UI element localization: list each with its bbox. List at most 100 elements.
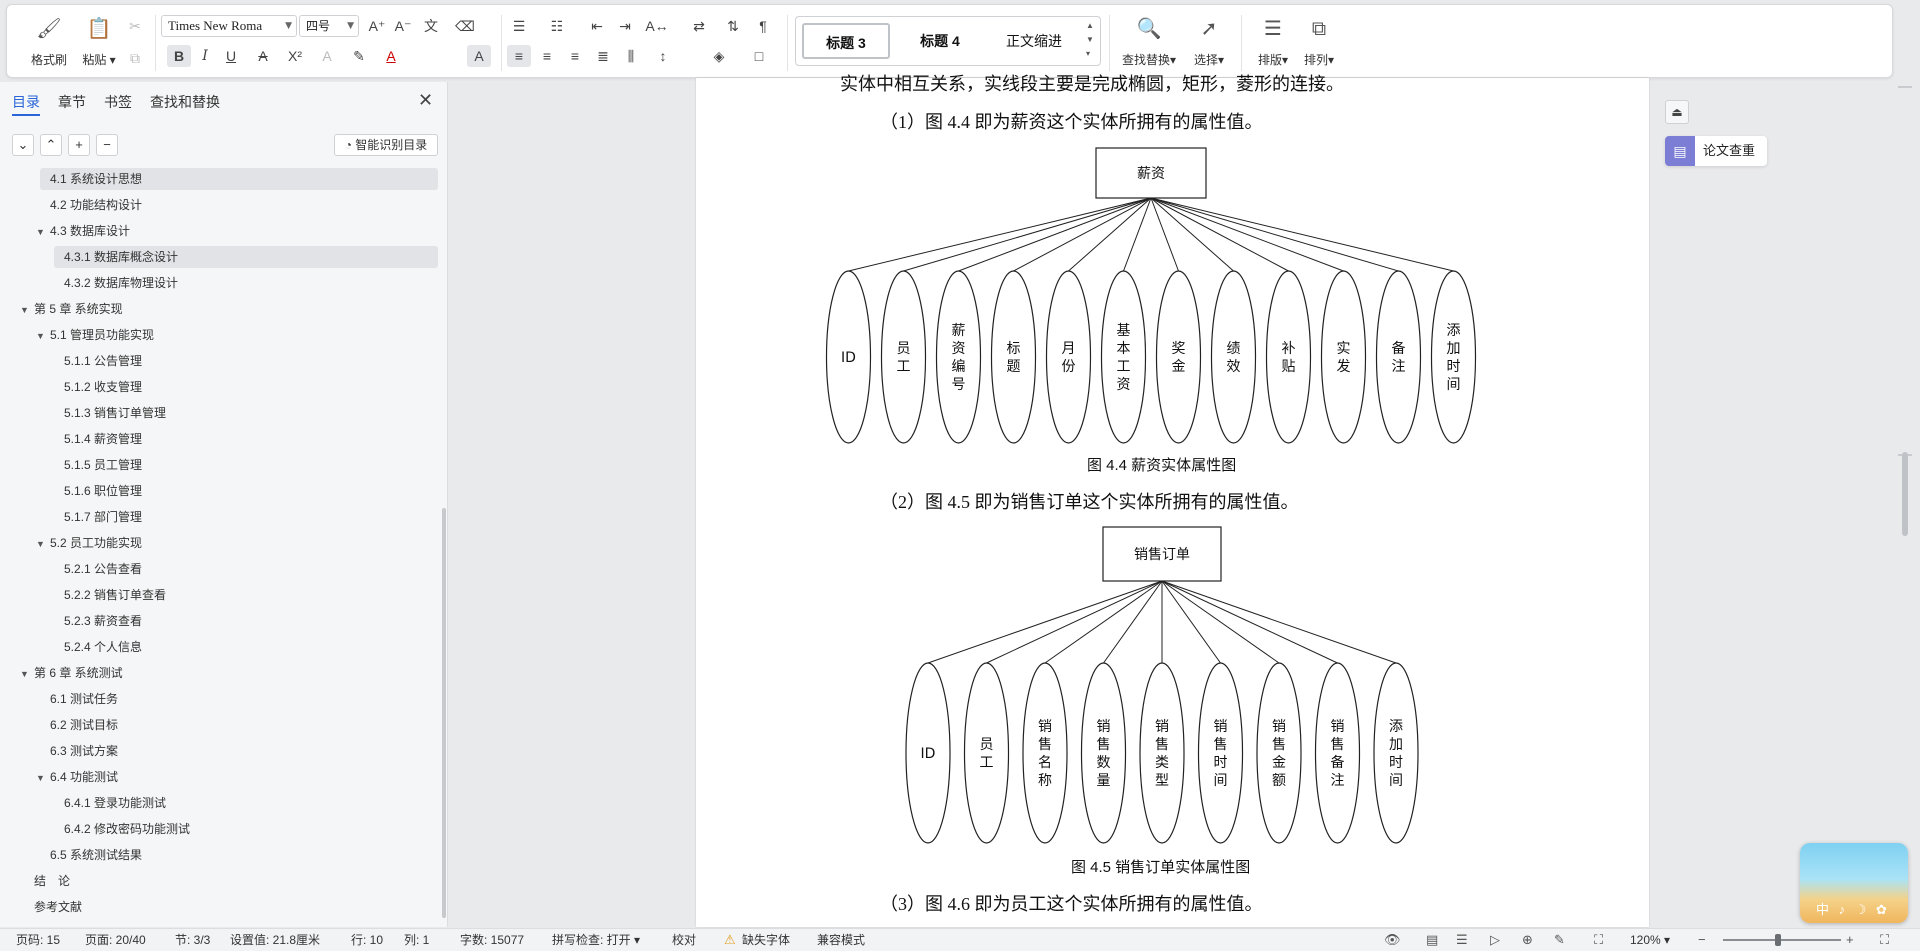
text-direction-icon[interactable]: ⇄ bbox=[687, 15, 711, 37]
status-page-code[interactable]: 页码: 15 bbox=[16, 929, 60, 951]
style-heading-4[interactable]: 标题 4 bbox=[896, 23, 984, 59]
web-view-icon[interactable]: ⊕ bbox=[1522, 929, 1533, 951]
bold-icon[interactable]: B bbox=[167, 45, 191, 67]
find-replace-button[interactable]: 🔍 查找替换▾ bbox=[1119, 15, 1179, 67]
superscript-icon[interactable]: X² bbox=[283, 45, 307, 67]
chevron-down-icon[interactable]: ▼ bbox=[36, 325, 50, 347]
text-effect-icon[interactable]: A bbox=[315, 45, 339, 67]
numbered-list-icon[interactable]: ☷ bbox=[545, 15, 569, 37]
scroll-thumb[interactable] bbox=[1902, 452, 1908, 536]
highlight-icon[interactable]: ✎ bbox=[347, 45, 371, 67]
char-spacing-icon[interactable]: A↔ bbox=[645, 15, 669, 37]
zoom-slider-knob[interactable] bbox=[1775, 934, 1781, 946]
distribute-icon[interactable]: ⫼ bbox=[619, 45, 643, 67]
eye-icon[interactable]: 👁 bbox=[1384, 929, 1401, 951]
toc-item[interactable]: ▼ 6.4 功能测试 bbox=[36, 766, 118, 788]
toc-item[interactable]: 结 论 bbox=[34, 870, 70, 892]
toc-item[interactable]: ▼ 5.1 管理员功能实现 bbox=[36, 324, 154, 346]
zoom-level[interactable]: 120% ▾ bbox=[1630, 929, 1670, 951]
toc-item[interactable]: 5.2.4 个人信息 bbox=[64, 636, 142, 658]
select-button[interactable]: ➚ 选择▾ bbox=[1183, 15, 1235, 67]
status-proofread[interactable]: 校对 bbox=[672, 929, 696, 951]
increase-font-icon[interactable]: A⁺ bbox=[365, 15, 389, 37]
font-color-icon[interactable]: A bbox=[379, 45, 403, 67]
tab-toc[interactable]: 目录 bbox=[12, 92, 40, 116]
outdent-icon[interactable]: ⇤ bbox=[585, 15, 609, 37]
cut-icon[interactable]: ✂ bbox=[123, 15, 147, 37]
toc-item[interactable]: ▼ 第 6 章 系统测试 bbox=[20, 662, 123, 684]
align-center-icon[interactable]: ≡ bbox=[535, 45, 559, 67]
font-name-select[interactable]: Times New Roma ▼ bbox=[161, 15, 297, 37]
fullscreen-icon[interactable]: ⛶ bbox=[1880, 929, 1889, 951]
tab-bookmarks[interactable]: 书签 bbox=[104, 92, 132, 112]
toc-item[interactable]: 6.1 测试任务 bbox=[50, 688, 118, 710]
chevron-down-icon[interactable]: ▼ bbox=[20, 299, 34, 321]
toc-item[interactable]: 5.2.3 薪资查看 bbox=[64, 610, 142, 632]
add-heading-button[interactable]: + bbox=[68, 134, 90, 156]
tab-find-replace[interactable]: 查找和替换 bbox=[150, 92, 220, 112]
toc-item[interactable]: ▼ 5.2 员工功能实现 bbox=[36, 532, 142, 554]
status-set-value[interactable]: 设置值: 21.8厘米 bbox=[230, 929, 320, 951]
collapse-panel-icon[interactable]: ⏏ bbox=[1665, 100, 1689, 124]
status-row[interactable]: 行: 10 bbox=[351, 929, 383, 951]
toc-item[interactable]: ▼ 4.3 数据库设计 bbox=[36, 220, 130, 242]
arrange-button[interactable]: ⧉ 排列▾ bbox=[1293, 15, 1345, 67]
line-spacing-icon[interactable]: ↕ bbox=[651, 45, 675, 67]
sort-icon[interactable]: ⇅ bbox=[721, 15, 745, 37]
toc-item[interactable]: 5.1.1 公告管理 bbox=[64, 350, 142, 372]
page-view-icon[interactable]: ▤ bbox=[1426, 929, 1438, 951]
indent-icon[interactable]: ⇥ bbox=[613, 15, 637, 37]
copy-icon[interactable]: ⧉ bbox=[123, 47, 147, 69]
font-size-select[interactable]: 四号 ▼ bbox=[299, 15, 359, 37]
layout-button[interactable]: ☰ 排版▾ bbox=[1247, 15, 1299, 67]
toc-item[interactable]: 6.4.2 修改密码功能测试 bbox=[64, 818, 190, 840]
clear-format-icon[interactable]: ⌫ bbox=[453, 15, 477, 37]
status-missing-font[interactable]: 缺失字体 bbox=[742, 929, 790, 951]
outline-view-icon[interactable]: ☰ bbox=[1456, 929, 1468, 951]
bullet-list-icon[interactable]: ☰ bbox=[507, 15, 531, 37]
zoom-slider[interactable] bbox=[1723, 939, 1841, 941]
toc-item[interactable]: 4.3.2 数据库物理设计 bbox=[64, 272, 178, 294]
fit-page-icon[interactable]: ⛶ bbox=[1594, 929, 1603, 951]
chevron-down-icon[interactable]: ▼ bbox=[36, 533, 50, 555]
phonetic-icon[interactable]: 文 bbox=[419, 15, 443, 37]
play-icon[interactable]: ▷ bbox=[1490, 929, 1500, 951]
char-shading-icon[interactable]: A bbox=[467, 45, 491, 67]
toc-item[interactable]: 参考文献 bbox=[34, 896, 82, 918]
format-painter-button[interactable]: 🖌 格式刷 bbox=[23, 15, 75, 67]
paper-check-button[interactable]: ▤ 论文查重 bbox=[1665, 136, 1767, 166]
toc-item[interactable]: ▼ 第 5 章 系统实现 bbox=[20, 298, 123, 320]
status-section[interactable]: 节: 3/3 bbox=[175, 929, 210, 951]
italic-icon[interactable]: I bbox=[193, 45, 217, 67]
chevron-down-icon[interactable]: ▼ bbox=[36, 767, 50, 789]
style-body-indent[interactable]: 正文缩进 bbox=[990, 23, 1078, 59]
style-gallery-scroll[interactable]: ▲ ▼ ▾ bbox=[1086, 19, 1096, 61]
underline-icon[interactable]: U bbox=[219, 45, 243, 67]
close-icon[interactable]: ✕ bbox=[418, 90, 433, 111]
chevron-down-icon[interactable]: ▼ bbox=[20, 663, 34, 685]
show-marks-icon[interactable]: ¶ bbox=[751, 15, 775, 37]
toc-item[interactable]: 5.1.5 员工管理 bbox=[64, 454, 142, 476]
toc-item[interactable]: 6.4.1 登录功能测试 bbox=[64, 792, 166, 814]
align-right-icon[interactable]: ≡ bbox=[563, 45, 587, 67]
status-word-count[interactable]: 字数: 15077 bbox=[460, 929, 524, 951]
toc-item[interactable]: 6.3 测试方案 bbox=[50, 740, 118, 762]
decrease-font-icon[interactable]: A⁻ bbox=[391, 15, 415, 37]
toc-item[interactable]: 5.1.7 部门管理 bbox=[64, 506, 142, 528]
toc-item[interactable]: 5.1.3 销售订单管理 bbox=[64, 402, 166, 424]
toc-item[interactable]: 6.2 测试目标 bbox=[50, 714, 118, 736]
toc-item[interactable]: 6.5 系统测试结果 bbox=[50, 844, 142, 866]
nav-scrollbar[interactable] bbox=[442, 508, 446, 918]
toc-item[interactable]: 5.1.4 薪资管理 bbox=[64, 428, 142, 450]
zoom-in-icon[interactable]: + bbox=[1846, 929, 1854, 951]
chevron-down-icon[interactable]: ▼ bbox=[36, 221, 50, 243]
status-page[interactable]: 页面: 20/40 bbox=[85, 929, 146, 951]
align-left-icon[interactable]: ≡ bbox=[507, 45, 531, 67]
remove-heading-button[interactable]: − bbox=[96, 134, 118, 156]
toc-item[interactable]: 5.2.1 公告查看 bbox=[64, 558, 142, 580]
toc-item[interactable]: 5.1.6 职位管理 bbox=[64, 480, 142, 502]
toc-item[interactable]: 5.2.2 销售订单查看 bbox=[64, 584, 166, 606]
toc-item[interactable]: 5.1.2 收支管理 bbox=[64, 376, 142, 398]
justify-icon[interactable]: ≣ bbox=[591, 45, 615, 67]
zoom-out-icon[interactable]: − bbox=[1698, 929, 1706, 951]
